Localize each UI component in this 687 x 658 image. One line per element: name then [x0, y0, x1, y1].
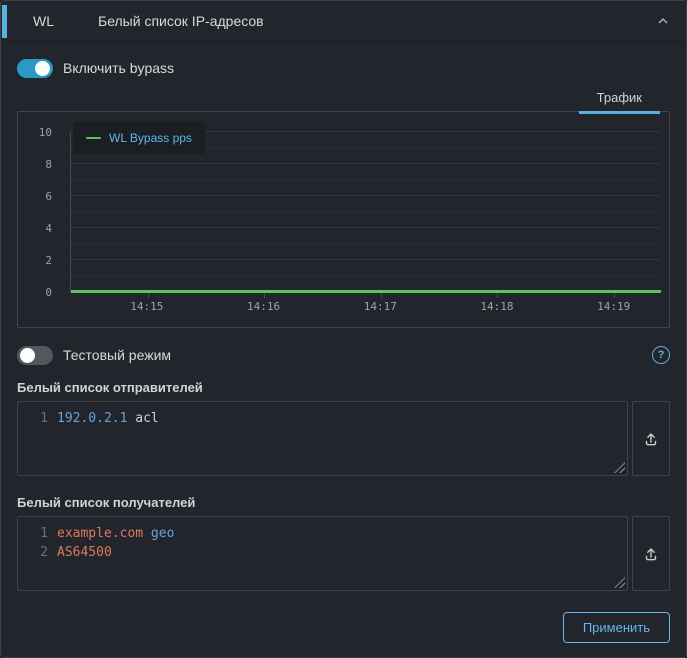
- y-axis-labels: 0246810: [18, 132, 62, 292]
- chart-plot-wrap: 0246810 WL Bypass pps: [18, 132, 669, 292]
- collapse-chevron-icon[interactable]: [656, 14, 670, 28]
- chart-plot-area[interactable]: WL Bypass pps: [70, 132, 661, 292]
- code-token: geo: [151, 526, 174, 541]
- gridline: [71, 195, 661, 196]
- upload-icon: [643, 546, 659, 562]
- test-mode-toggle-label: Тестовый режим: [63, 347, 171, 363]
- line-number: 1: [18, 409, 48, 428]
- code-token: acl: [135, 411, 158, 426]
- code-text: 192.0.2.1 acl: [57, 409, 159, 428]
- recipients-editor-row: 1 example.com geo 2 AS64500: [17, 516, 670, 591]
- panel-badge: WL: [33, 13, 54, 29]
- panel-header[interactable]: WL Белый список IP-адресов: [1, 1, 686, 42]
- line-number: 1: [18, 524, 48, 543]
- y-tick-label: 4: [45, 222, 52, 235]
- gridline: [71, 211, 661, 212]
- x-tick-label: 14:19: [597, 300, 630, 313]
- line-number: 2: [18, 543, 48, 562]
- senders-editor[interactable]: 1 192.0.2.1 acl: [17, 401, 628, 476]
- gridline: [71, 227, 661, 228]
- y-tick-label: 8: [45, 158, 52, 171]
- code-line: 2 AS64500: [18, 543, 627, 562]
- legend-line-swatch: [86, 137, 101, 139]
- help-icon[interactable]: ?: [652, 346, 670, 364]
- y-tick-label: 0: [45, 286, 52, 299]
- tab-traffic-label: Трафик: [597, 90, 642, 105]
- bypass-toggle-label: Включить bypass: [63, 60, 174, 76]
- series-line: [71, 290, 661, 293]
- tabbar: Трафик: [17, 83, 670, 112]
- x-tick-label: 14:17: [364, 300, 397, 313]
- legend-series-name: WL Bypass pps: [109, 131, 192, 145]
- x-axis-labels: 14:15 14:16 14:17 14:18 14:19: [70, 292, 661, 324]
- y-tick-label: 6: [45, 190, 52, 203]
- panel-body: Включить bypass Трафик 0 2 4 6 8 10 WL Bypass…: [1, 42, 686, 643]
- y-tick-label: 10: [39, 126, 52, 139]
- gridline: [71, 243, 661, 244]
- recipients-editor[interactable]: 1 example.com geo 2 AS64500: [17, 516, 628, 591]
- whitelist-panel: WL Белый список IP-адресов Включить bypa…: [0, 0, 687, 658]
- gridline: [71, 259, 661, 260]
- toggle-knob: [35, 61, 50, 76]
- accent-bar: [2, 5, 7, 38]
- code-token: example.com: [57, 526, 143, 541]
- resize-handle[interactable]: [614, 462, 625, 473]
- code-line: 1 192.0.2.1 acl: [18, 409, 627, 428]
- x-tick-label: 14:16: [247, 300, 280, 313]
- x-tick-label: 14:15: [130, 300, 163, 313]
- test-mode-row: Тестовый режим ?: [17, 344, 670, 366]
- x-tick-label: 14:18: [480, 300, 513, 313]
- apply-button[interactable]: Применить: [563, 612, 670, 643]
- recipients-upload-button[interactable]: [632, 516, 670, 591]
- bypass-toggle[interactable]: [17, 59, 53, 78]
- footer: Применить: [17, 612, 670, 643]
- chart-legend[interactable]: WL Bypass pps: [73, 122, 205, 154]
- senders-label: Белый список отправителей: [17, 380, 670, 395]
- code-token: AS64500: [57, 545, 112, 560]
- panel-title: Белый список IP-адресов: [98, 13, 264, 29]
- recipients-label: Белый список получателей: [17, 495, 670, 510]
- gridline: [71, 163, 661, 164]
- y-tick-label: 2: [45, 254, 52, 267]
- code-text: AS64500: [57, 543, 112, 562]
- code-line: 1 example.com geo: [18, 524, 627, 543]
- tab-traffic[interactable]: Трафик: [579, 83, 660, 112]
- gridline: [71, 179, 661, 180]
- toggle-knob: [20, 348, 35, 363]
- upload-icon: [643, 431, 659, 447]
- code-token: 192.0.2.1: [57, 411, 127, 426]
- test-mode-toggle[interactable]: [17, 346, 53, 365]
- traffic-chart: 0246810 WL Bypass pps 14:1514:1614:1714:…: [17, 111, 670, 328]
- bypass-toggle-row: Включить bypass: [17, 57, 670, 79]
- gridline: [71, 275, 661, 276]
- code-text: example.com geo: [57, 524, 174, 543]
- senders-upload-button[interactable]: [632, 401, 670, 476]
- senders-editor-row: 1 192.0.2.1 acl: [17, 401, 670, 476]
- help-icon-glyph: ?: [658, 349, 665, 361]
- resize-handle[interactable]: [614, 577, 625, 588]
